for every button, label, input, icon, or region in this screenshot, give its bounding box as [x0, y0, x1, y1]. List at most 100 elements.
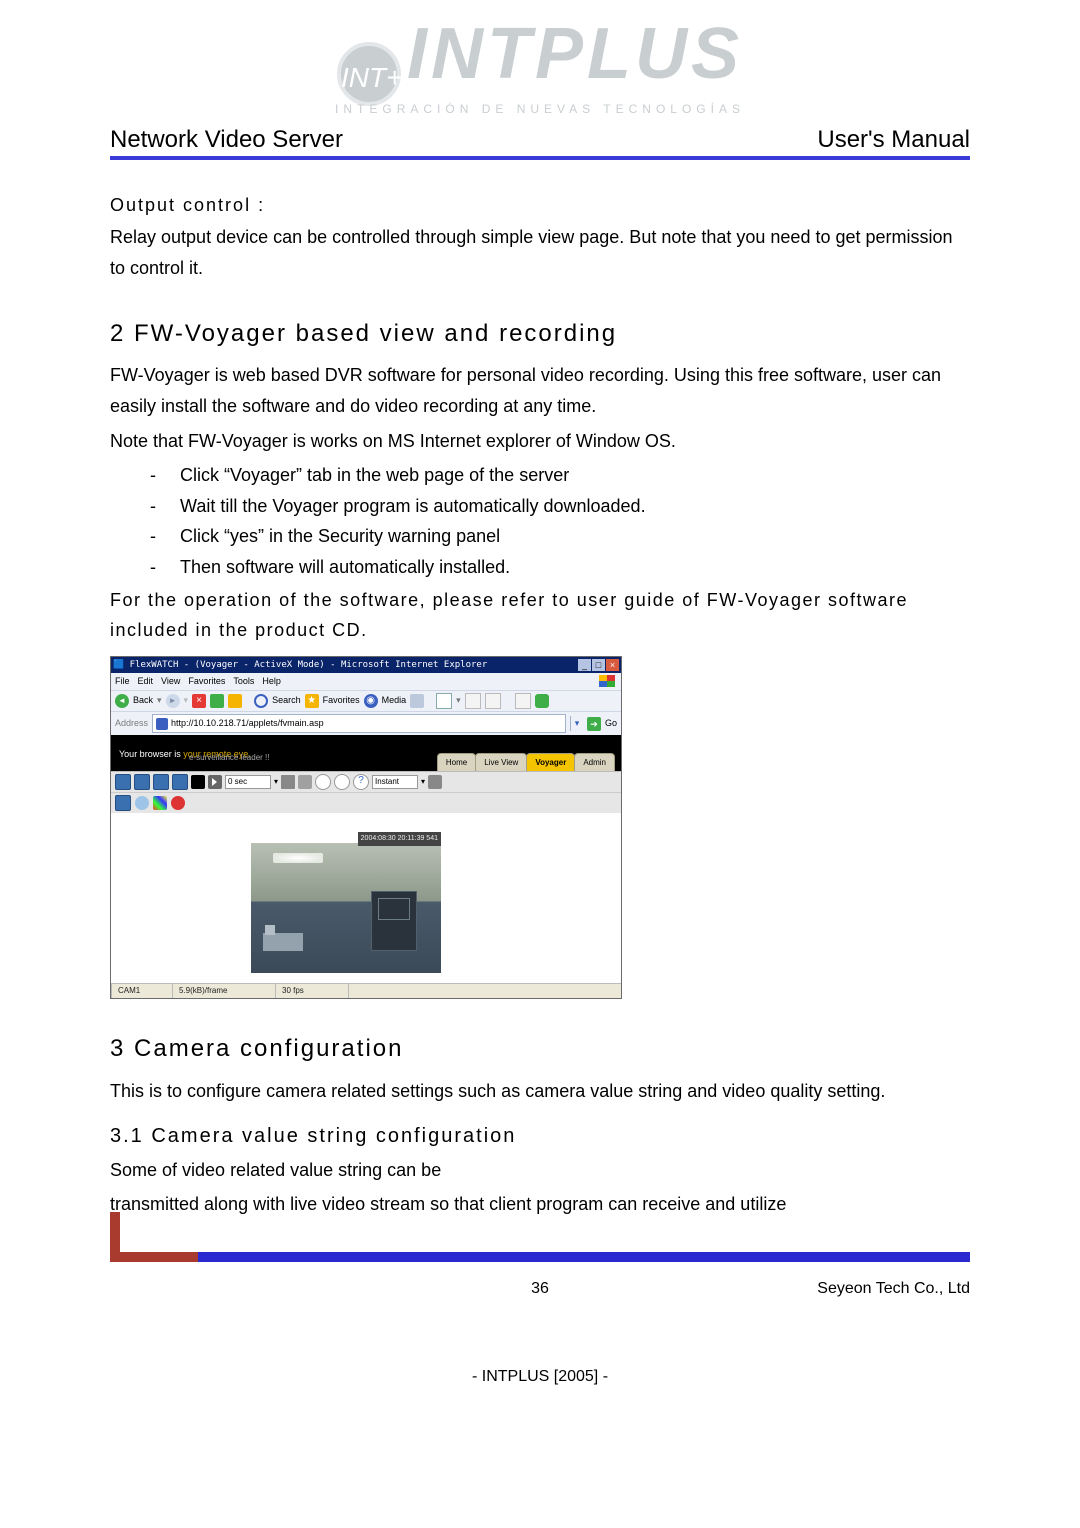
menu-tools[interactable]: Tools	[233, 674, 254, 689]
output-control-body: Relay output device can be controlled th…	[110, 222, 970, 283]
page-number: 36	[531, 1280, 549, 1298]
window-titlebar: 🟦 FlexWATCH - (Voyager - ActiveX Mode) -…	[111, 657, 621, 673]
status-fps: 30 fps	[276, 984, 349, 998]
go-button[interactable]: ➔	[587, 717, 601, 731]
logo-badge-icon: INT+	[337, 42, 401, 106]
footer-corner-blue	[198, 1252, 970, 1262]
content: Output control : Relay output device can…	[0, 160, 1080, 1234]
menu-edit[interactable]: Edit	[138, 674, 154, 689]
bullet-0: Click “Voyager” tab in the web page of t…	[180, 460, 569, 491]
camera-config-heading: 3 Camera configuration	[110, 1029, 970, 1070]
app-tabs: Home Live View Voyager Admin	[438, 753, 615, 772]
tab-live-view[interactable]: Live View	[475, 753, 527, 772]
layout-3-icon[interactable]	[153, 774, 169, 790]
voyager-play-icon[interactable]	[208, 775, 222, 789]
bullet-1: Wait till the Voyager program is automat…	[180, 491, 646, 522]
logo-text: INTPLUS	[407, 14, 743, 94]
camera-sofa-shape	[263, 933, 303, 951]
ie-page-icon	[156, 718, 168, 730]
interval-select[interactable]: 0 sec	[225, 775, 271, 789]
camera-value-string-p2: transmitted along with live video stream…	[110, 1189, 970, 1220]
stop-button[interactable]: ×	[192, 694, 206, 708]
voyager-heading: 2 FW-Voyager based view and recording	[110, 314, 970, 355]
palette-icon[interactable]	[153, 796, 167, 810]
camera-value-string-heading: 3.1 Camera value string configuration	[110, 1119, 970, 1153]
camera-timestamp: 2004:08:30 20:11:39 541	[358, 832, 441, 846]
discuss-icon[interactable]	[515, 693, 531, 709]
voyager-toolbar: 0 sec▾ ? Instant▾	[111, 771, 621, 792]
find-icon[interactable]	[315, 774, 331, 790]
bullet-2: Click “yes” in the Security warning pane…	[180, 521, 500, 552]
logo-row: INT+INTPLUS	[0, 18, 1080, 106]
zoom-icon[interactable]	[334, 774, 350, 790]
minimize-button[interactable]: _	[578, 659, 591, 671]
print-icon[interactable]	[465, 693, 481, 709]
header-right: User's Manual	[817, 126, 970, 154]
embedded-screenshot: 🟦 FlexWATCH - (Voyager - ActiveX Mode) -…	[110, 656, 622, 1000]
window-title: 🟦 FlexWATCH - (Voyager - ActiveX Mode) -…	[113, 658, 487, 672]
voyager-bullets: -Click “Voyager” tab in the web page of …	[110, 460, 970, 582]
snow-icon[interactable]	[135, 796, 149, 810]
menu-help[interactable]: Help	[262, 674, 281, 689]
search-label: Search	[272, 693, 301, 708]
address-bar: Address http://10.10.218.71/applets/fvma…	[111, 711, 621, 735]
address-input[interactable]: http://10.10.218.71/applets/fvmain.asp	[152, 714, 566, 733]
forward-button[interactable]: ►	[166, 694, 180, 708]
address-label: Address	[115, 716, 148, 731]
banner-line2: e-surveillance leader !!	[189, 751, 269, 765]
help-icon[interactable]: ?	[353, 774, 369, 790]
save-icon[interactable]	[281, 775, 295, 789]
layout-4-icon[interactable]	[172, 774, 188, 790]
menu-file[interactable]: File	[115, 674, 130, 689]
status-cam-name: CAM1	[111, 984, 173, 998]
tab-admin[interactable]: Admin	[574, 753, 615, 772]
favorites-icon[interactable]: ★	[305, 694, 319, 708]
cut-icon[interactable]	[298, 775, 312, 789]
voyager-p1: FW-Voyager is web based DVR software for…	[110, 360, 970, 421]
layout-1-icon[interactable]	[115, 774, 131, 790]
logo-subtitle: INTEGRACIÓN DE NUEVAS TECNOLOGÍAS	[0, 102, 1080, 116]
record-icon[interactable]	[171, 796, 185, 810]
footer-brand: - INTPLUS [2005] -	[0, 1298, 1080, 1426]
camera-value-string-p1: Some of video related value string can b…	[110, 1155, 970, 1186]
edit-icon[interactable]	[485, 693, 501, 709]
config-icon[interactable]	[428, 775, 442, 789]
menu-favorites[interactable]: Favorites	[188, 674, 225, 689]
history-icon[interactable]	[410, 694, 424, 708]
tab-home[interactable]: Home	[437, 753, 476, 772]
mail-icon[interactable]	[436, 693, 452, 709]
header-left: Network Video Server	[110, 126, 343, 154]
voyager-note: For the operation of the software, pleas…	[110, 585, 970, 646]
search-icon[interactable]	[254, 694, 268, 708]
voyager-toolbar-2	[111, 792, 621, 813]
mode-select[interactable]: Instant	[372, 775, 418, 789]
close-button[interactable]: ×	[606, 659, 619, 671]
menubar: File Edit View Favorites Tools Help	[111, 673, 621, 690]
tab-voyager[interactable]: Voyager	[526, 753, 575, 772]
app-banner: Your browser is your remote eye. e-surve…	[111, 735, 621, 771]
status-bar: CAM1 5.9(kB)/frame 30 fps	[111, 983, 621, 998]
back-button[interactable]: ◄	[115, 694, 129, 708]
refresh-button[interactable]	[210, 694, 224, 708]
home-button[interactable]	[228, 694, 242, 708]
voyager-stop-icon[interactable]	[191, 775, 205, 789]
camera-door-shape	[371, 891, 417, 951]
toolbar: ◄ Back ▾ ► ▾ × Search ★ Favorites ◉ Medi…	[111, 690, 621, 711]
monitor-icon[interactable]	[115, 795, 131, 811]
logo: INT+INTPLUS INTEGRACIÓN DE NUEVAS TECNOL…	[0, 0, 1080, 122]
footer-corner-red	[110, 1252, 200, 1262]
window-buttons: _□×	[577, 658, 619, 672]
video-area: 2004:08:30 20:11:39 541	[111, 813, 621, 983]
messenger-icon[interactable]	[535, 694, 549, 708]
media-icon[interactable]: ◉	[364, 694, 378, 708]
camera-frame: 2004:08:30 20:11:39 541	[251, 843, 441, 973]
menu-view[interactable]: View	[161, 674, 180, 689]
go-label: Go	[605, 716, 617, 731]
footer-row: 36 Seyeon Tech Co., Ltd	[0, 1262, 1080, 1298]
address-url: http://10.10.218.71/applets/fvmain.asp	[171, 716, 324, 731]
footer-corner-rule	[110, 1246, 970, 1262]
maximize-button[interactable]: □	[592, 659, 605, 671]
address-dropdown[interactable]: ▾	[570, 716, 583, 731]
page: INT+INTPLUS INTEGRACIÓN DE NUEVAS TECNOL…	[0, 0, 1080, 1426]
layout-2-icon[interactable]	[134, 774, 150, 790]
